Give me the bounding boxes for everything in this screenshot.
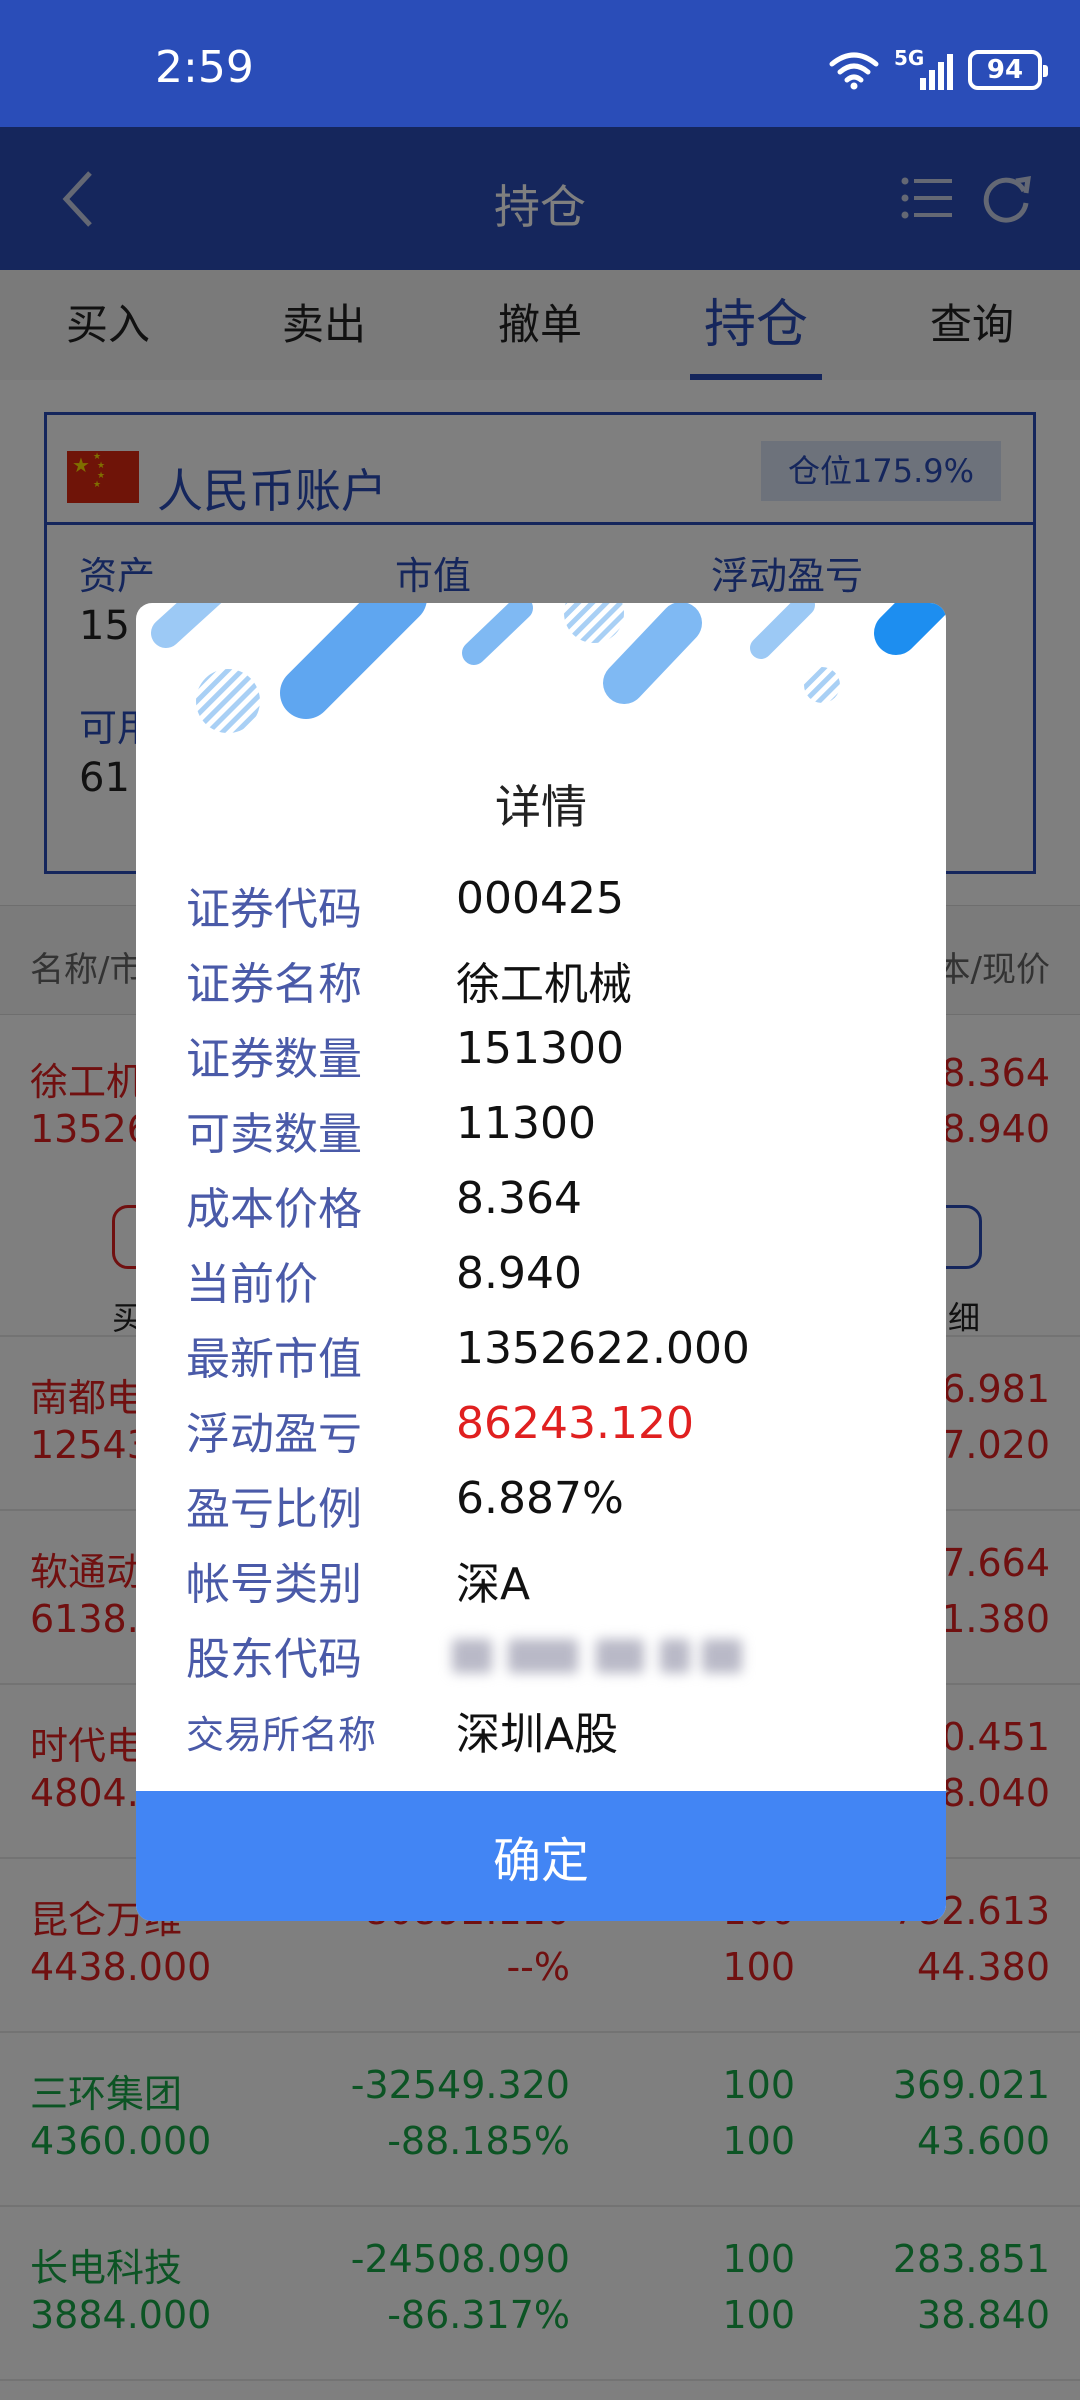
detail-value: 深圳A股 [456,1709,619,1760]
status-bar: 2:59 5G 94 [0,0,1080,127]
detail-row-shareholder-code: 股东代码 [136,1615,946,1690]
detail-row-market-value: 最新市值 1352622.000 [136,1315,946,1390]
detail-label: 证券数量 [186,1034,362,1085]
detail-row-security-name: 证券名称 徐工机械 [136,940,946,1015]
detail-value: 86243.120 [456,1398,694,1449]
detail-label: 盈亏比例 [186,1484,362,1535]
detail-value: 8.940 [456,1248,582,1299]
detail-label: 股东代码 [186,1634,362,1685]
detail-label: 成本价格 [186,1184,362,1235]
network-label: 5G [894,46,925,70]
dialog-header-decoration [151,603,946,733]
detail-value: 151300 [456,1023,624,1074]
detail-row-quantity: 证券数量 151300 [136,1015,946,1090]
detail-label: 交易所名称 [186,1713,377,1757]
detail-dialog: 详情 证券代码 000425 证券名称 徐工机械 证券数量 151300 可卖数… [136,603,946,1921]
detail-value: 6.887% [456,1473,624,1524]
battery-level: 94 [986,55,1024,85]
status-icons: 5G 94 [828,46,1048,92]
detail-value: 深A [456,1559,531,1610]
detail-value: 1352622.000 [456,1323,750,1374]
redacted-value [452,1631,742,1679]
signal-icon: 5G [894,46,954,92]
detail-value: 徐工机械 [456,959,632,1010]
battery-icon: 94 [968,50,1048,90]
dialog-title: 详情 [495,780,587,834]
detail-row-current-price: 当前价 8.940 [136,1240,946,1315]
detail-row-floating-pl: 浮动盈亏 86243.120 [136,1390,946,1465]
detail-label: 证券名称 [186,959,362,1010]
detail-label: 可卖数量 [186,1109,362,1160]
detail-row-sellable: 可卖数量 11300 [136,1090,946,1165]
detail-label: 浮动盈亏 [186,1409,362,1460]
detail-label: 帐号类别 [186,1559,362,1610]
detail-row-security-code: 证券代码 000425 [136,865,946,940]
detail-row-pl-ratio: 盈亏比例 6.887% [136,1465,946,1540]
detail-row-account-type: 帐号类别 深A [136,1540,946,1615]
wifi-icon [829,52,879,90]
detail-value: 000425 [456,873,624,924]
detail-value: 11300 [456,1098,596,1149]
detail-row-exchange: 交易所名称 深圳A股 [136,1690,946,1765]
detail-row-cost-price: 成本价格 8.364 [136,1165,946,1240]
detail-value: 8.364 [456,1173,582,1224]
detail-label: 当前价 [186,1259,318,1310]
confirm-button[interactable]: 确定 [136,1791,946,1921]
detail-label: 证券代码 [186,884,362,935]
status-time: 2:59 [155,42,254,93]
detail-label: 最新市值 [186,1334,362,1385]
